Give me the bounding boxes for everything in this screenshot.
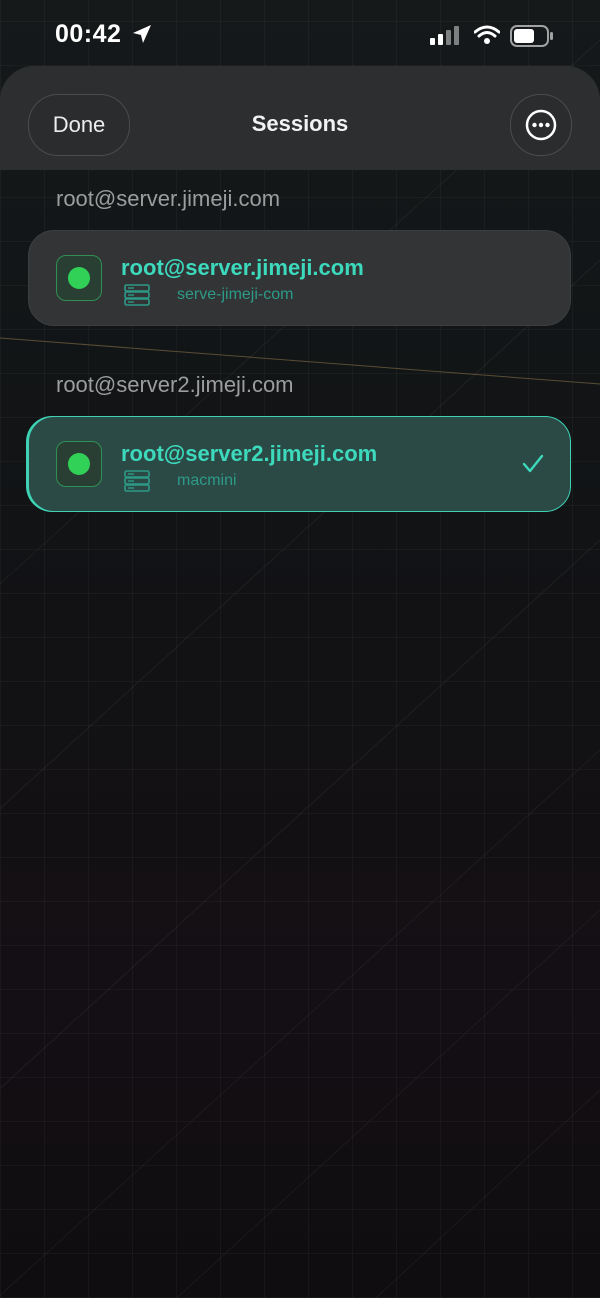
ellipsis-circle-icon: [525, 109, 557, 141]
session-title: root@server2.jimeji.com: [121, 441, 378, 466]
status-indicator: [56, 441, 102, 487]
battery-icon: [510, 25, 553, 47]
status-dot: [68, 453, 90, 475]
sheet-header: Done Sessions: [0, 66, 600, 170]
status-dot: [68, 267, 90, 289]
section-label: root@server.jimeji.com: [56, 186, 281, 211]
session-card-server[interactable]: root@server.jimeji.com serve-jimeji-com: [28, 230, 571, 326]
section-label: root@server2.jimeji.com: [56, 372, 294, 397]
location-arrow-icon: [133, 25, 151, 43]
status-bar: 00:42: [0, 0, 600, 66]
session-subtitle: serve-jimeji-com: [177, 286, 294, 303]
cellular-signal-icon: [430, 26, 459, 45]
checkmark-icon: [522, 454, 544, 473]
more-options-button[interactable]: [510, 94, 572, 156]
server-icon: [124, 284, 150, 306]
session-title: root@server.jimeji.com: [121, 255, 364, 280]
status-time: 00:42: [55, 20, 122, 48]
wifi-icon: [474, 25, 500, 44]
session-subtitle: macmini: [177, 472, 237, 489]
status-indicator: [56, 255, 102, 301]
server-icon: [124, 470, 150, 492]
session-card-server2[interactable]: root@server2.jimeji.com macmini: [28, 416, 571, 512]
